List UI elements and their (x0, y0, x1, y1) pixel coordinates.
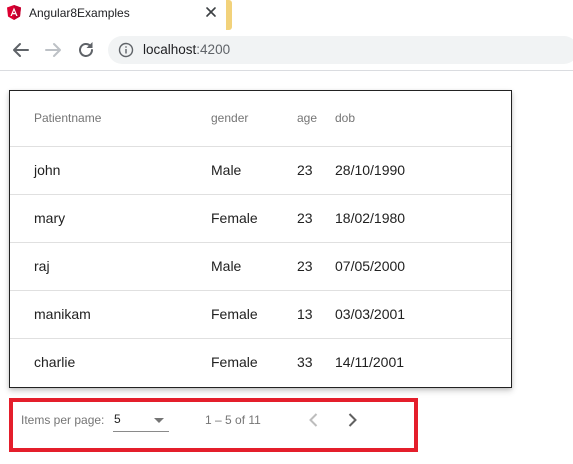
items-per-page-label: Items per page: (21, 413, 105, 427)
browser-tab[interactable]: Angular8Examples (0, 0, 228, 30)
table-row: john Male 23 28/10/1990 (10, 147, 511, 195)
column-header-patientname: Patientname (34, 111, 102, 125)
cell-gender: Female (211, 210, 258, 226)
table-row: raj Male 23 07/05/2000 (10, 243, 511, 291)
table-row: mary Female 23 18/02/1980 (10, 195, 511, 243)
angular-logo-icon (7, 5, 21, 20)
items-per-page-value: 5 (114, 412, 121, 426)
cell-patientname: raj (34, 258, 50, 274)
cell-patientname: john (34, 162, 61, 178)
back-arrow-icon[interactable] (10, 39, 32, 61)
previous-page-button[interactable] (302, 408, 326, 432)
cell-age: 23 (297, 258, 313, 274)
reload-icon[interactable] (75, 39, 97, 61)
chevron-right-icon (348, 413, 357, 427)
items-per-page-select[interactable]: 5 (113, 409, 169, 432)
column-header-age: age (297, 111, 318, 125)
browser-toolbar: localhost:4200 (0, 30, 573, 71)
url-host: localhost (143, 42, 197, 57)
tab-strip: Angular8Examples (0, 0, 573, 30)
cell-patientname: charlie (34, 354, 76, 370)
cell-dob: 07/05/2000 (335, 258, 406, 274)
tab-accent (226, 0, 232, 30)
url-text: localhost:4200 (143, 42, 230, 57)
cell-dob: 14/11/2001 (335, 354, 405, 370)
cell-patientname: manikam (34, 306, 91, 322)
cell-age: 23 (297, 162, 313, 178)
cell-gender: Male (211, 162, 242, 178)
column-header-dob: dob (335, 111, 356, 125)
cell-patientname: mary (34, 210, 66, 226)
paginator: Items per page: 5 1 – 5 of 11 (9, 398, 418, 452)
table-header-row: Patientname gender age dob (10, 91, 511, 147)
tab-title: Angular8Examples (29, 6, 130, 20)
table-row: charlie Female 33 14/11/2001 (10, 339, 511, 386)
page-content: Patientname gender age dob john Male 23 … (0, 71, 573, 464)
patient-table: Patientname gender age dob john Male 23 … (9, 90, 512, 388)
cell-dob: 03/03/2001 (335, 306, 406, 322)
page-range-label: 1 – 5 of 11 (205, 413, 261, 427)
address-bar[interactable]: localhost:4200 (108, 36, 573, 64)
cell-gender: Female (211, 306, 258, 322)
cell-age: 23 (297, 210, 313, 226)
cell-dob: 28/10/1990 (335, 162, 406, 178)
next-page-button[interactable] (340, 408, 364, 432)
cell-gender: Female (211, 354, 258, 370)
cell-gender: Male (211, 258, 242, 274)
table-row: manikam Female 13 03/03/2001 (10, 291, 511, 339)
cell-age: 33 (297, 354, 313, 370)
column-header-gender: gender (211, 111, 249, 125)
forward-arrow-icon[interactable] (42, 39, 64, 61)
info-icon[interactable] (118, 42, 134, 58)
url-port: :4200 (196, 42, 231, 57)
dropdown-arrow-icon (154, 418, 164, 423)
close-icon[interactable] (203, 4, 219, 20)
cell-age: 13 (297, 306, 313, 322)
cell-dob: 18/02/1980 (335, 210, 406, 226)
chevron-left-icon (309, 413, 318, 427)
